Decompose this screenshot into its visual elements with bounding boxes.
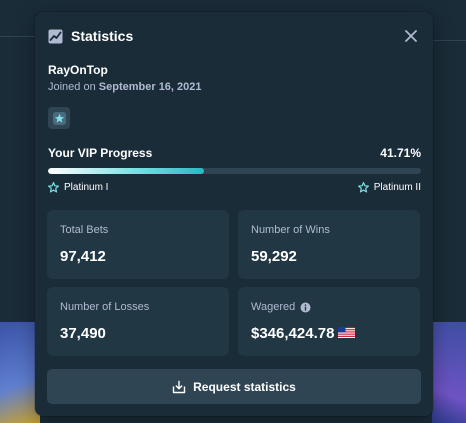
joined-prefix: Joined on [48, 81, 96, 93]
vip-progress-label: Your VIP Progress [48, 146, 153, 160]
stat-value: 97,412 [60, 248, 106, 265]
download-tray-icon [172, 380, 186, 394]
stat-card-wins: Number of Wins 59,292 [238, 210, 420, 279]
stat-value: 59,292 [251, 248, 297, 265]
stat-label: Number of Losses [60, 301, 150, 313]
stat-value: 37,490 [60, 325, 106, 342]
joined-date: Joined on September 16, 2021 [48, 81, 202, 93]
backdrop-divider [428, 40, 466, 41]
stat-label: Wagered [251, 301, 296, 313]
next-rank-label: Platinum II [373, 182, 421, 193]
us-flag-icon [338, 325, 356, 342]
stat-card-losses: Number of Losses 37,490 [47, 287, 229, 356]
current-rank: Platinum I [48, 182, 108, 193]
modal-title: Statistics [71, 28, 134, 44]
backdrop-game-thumbnail [0, 322, 40, 423]
statistics-modal: Statistics RayOnTop Joined on September … [35, 12, 433, 416]
username: RayOnTop [48, 63, 108, 77]
vip-progress-fill [48, 168, 204, 174]
request-statistics-label: Request statistics [193, 379, 296, 394]
stat-card-total-bets: Total Bets 97,412 [47, 210, 229, 279]
star-icon [48, 182, 59, 193]
vip-progress-bar [48, 168, 421, 174]
vip-progress-percent: 41.71% [380, 146, 421, 160]
joined-date-value: September 16, 2021 [98, 81, 202, 93]
close-icon[interactable] [402, 27, 420, 45]
stat-label: Total Bets [60, 224, 109, 236]
stat-value: $346,424.78 [251, 325, 335, 342]
backdrop-divider [0, 36, 40, 37]
stat-value-wagered: $346,424.78 [251, 325, 356, 342]
vip-star-badge-icon [48, 107, 70, 129]
current-rank-label: Platinum I [64, 182, 109, 193]
info-icon[interactable] [300, 302, 311, 313]
request-statistics-button[interactable]: Request statistics [47, 369, 421, 404]
backdrop-game-thumbnail [432, 322, 466, 423]
chart-line-icon [48, 29, 63, 44]
stat-label: Number of Wins [251, 224, 330, 236]
stat-label-wagered: Wagered [251, 301, 311, 313]
star-icon [357, 182, 369, 193]
next-rank: Platinum II [357, 182, 421, 193]
stat-card-wagered: Wagered $346,424.78 [238, 287, 420, 356]
modal-header: Statistics [48, 26, 420, 46]
